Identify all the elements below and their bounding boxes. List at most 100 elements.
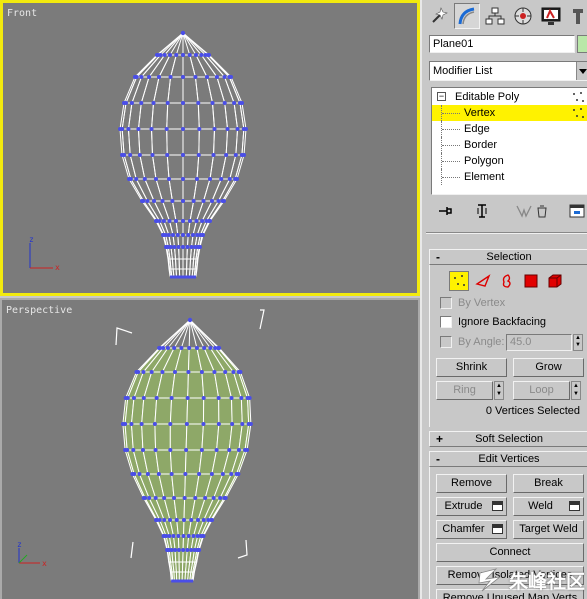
polygon-mode-button[interactable] [521,271,541,291]
stack-item-polygon[interactable]: Polygon [432,153,587,169]
settings-icon[interactable] [492,501,503,511]
mesh-vertex [125,396,130,400]
mesh-face [206,54,233,78]
mesh-vertex [184,448,189,452]
mesh-vertex [222,199,226,203]
mesh-vertex [125,448,130,452]
mesh-vertex [153,448,158,452]
modifier-list-dropdown[interactable]: Modifier List [429,61,587,81]
stack-item-element[interactable]: Element [432,169,587,185]
object-name-field[interactable]: Plane01 [429,35,575,53]
mesh-vertex [156,472,161,476]
border-mode-button[interactable] [497,271,517,291]
modify-tab[interactable] [454,3,480,29]
mesh-vertex [186,534,191,538]
chevron-down-icon[interactable] [576,62,587,80]
mesh-face [202,397,220,425]
remove-modifier-button[interactable] [533,202,551,220]
hierarchy-tab[interactable] [482,3,508,29]
stack-item-editable-poly[interactable]: − Editable Poly [432,89,587,105]
mesh-face [148,54,171,78]
mesh-face [166,102,184,130]
edit-vertices-rollout-header[interactable]: - Edit Vertices [429,451,587,467]
mesh-vertex [136,127,141,131]
mesh-face [175,220,184,236]
shrink-button[interactable]: Shrink [436,358,507,377]
ignore-backfacing-checkbox[interactable] [440,316,452,328]
loop-button[interactable]: Loop [513,381,570,400]
by-angle-spinner[interactable]: ▲ ▼ [573,334,583,351]
border-icon [502,274,511,288]
soft-selection-rollout-header[interactable]: + Soft Selection [429,431,587,447]
mesh-face [195,258,199,270]
utilities-tab[interactable] [566,3,587,29]
connect-button[interactable]: Connect [436,543,584,562]
target-weld-button[interactable]: Target Weld [513,520,584,539]
mesh-vertex [229,75,233,79]
settings-icon[interactable] [569,501,580,511]
motion-tab[interactable] [510,3,536,29]
mesh-vertex [199,370,204,374]
tree-branch [442,113,460,114]
by-angle-value-field[interactable]: 45.0 [506,334,572,351]
stack-item-edge[interactable]: Edge [432,121,587,137]
tree-branch [442,145,460,146]
mesh-vertex [194,346,199,350]
mesh-face [193,178,211,202]
break-button[interactable]: Break [513,474,584,493]
object-color-swatch[interactable] [577,35,587,53]
by-vertex-label: By Vertex [458,297,506,309]
mesh-vertex [187,219,192,223]
mesh-vertex [230,422,235,426]
mesh-face [195,200,213,222]
weld-button[interactable]: Weld [513,497,584,516]
mesh-edge [188,319,191,349]
display-tab[interactable] [538,3,564,29]
extrude-label: Extrude [444,500,483,512]
vertex-mode-button[interactable] [449,271,469,291]
front-viewport[interactable]: Front z x [0,0,420,296]
mesh-vertex [183,472,188,476]
mesh-vertex [187,317,193,323]
mesh-vertex [174,518,179,522]
mesh-face [153,200,171,222]
mesh-vertex [186,233,191,237]
make-unique-button[interactable] [515,202,533,220]
mesh-vertex [208,219,212,223]
mesh-vertex [165,346,170,350]
modifier-stack[interactable]: − Editable Poly Vertex Edge Border Polygon E… [431,87,587,195]
ring-button[interactable]: Ring [436,381,493,400]
mesh-face [218,397,233,425]
selection-rollout-header[interactable]: - Selection [429,249,587,265]
mesh-vertex [128,153,133,157]
extrude-button[interactable]: Extrude [436,497,507,516]
mesh-face [247,397,252,425]
configure-modifier-sets-button[interactable] [568,202,586,220]
tree-branch [442,177,460,178]
chamfer-button[interactable]: Chamfer [436,520,507,539]
selection-rollout-title: Selection [486,251,532,263]
grow-button[interactable]: Grow [513,358,584,377]
loop-spinner[interactable]: ▲ ▼ [571,381,581,400]
stack-item-vertex[interactable]: Vertex [432,105,587,121]
mesh-face [137,102,155,130]
create-tab[interactable] [426,3,452,29]
by-vertex-checkbox[interactable] [440,297,452,309]
settings-icon[interactable] [492,524,503,534]
stack-item-border[interactable]: Border [432,137,587,153]
element-mode-button[interactable] [545,271,565,291]
ring-spinner[interactable]: ▲ ▼ [494,381,504,400]
create-icon [432,7,448,23]
modifier-list-label: Modifier List [433,65,493,77]
mesh-face [151,154,170,180]
by-angle-checkbox[interactable] [440,336,452,348]
pin-stack-button[interactable] [437,202,455,220]
mesh-face [239,102,247,130]
perspective-viewport[interactable]: Perspective z x [0,298,420,599]
show-end-result-button[interactable] [473,202,491,220]
mesh-face [202,178,222,202]
remove-button[interactable]: Remove [436,474,507,493]
mesh-vertex [193,75,198,79]
collapse-icon[interactable]: − [437,92,446,101]
edge-mode-button[interactable] [473,271,493,291]
